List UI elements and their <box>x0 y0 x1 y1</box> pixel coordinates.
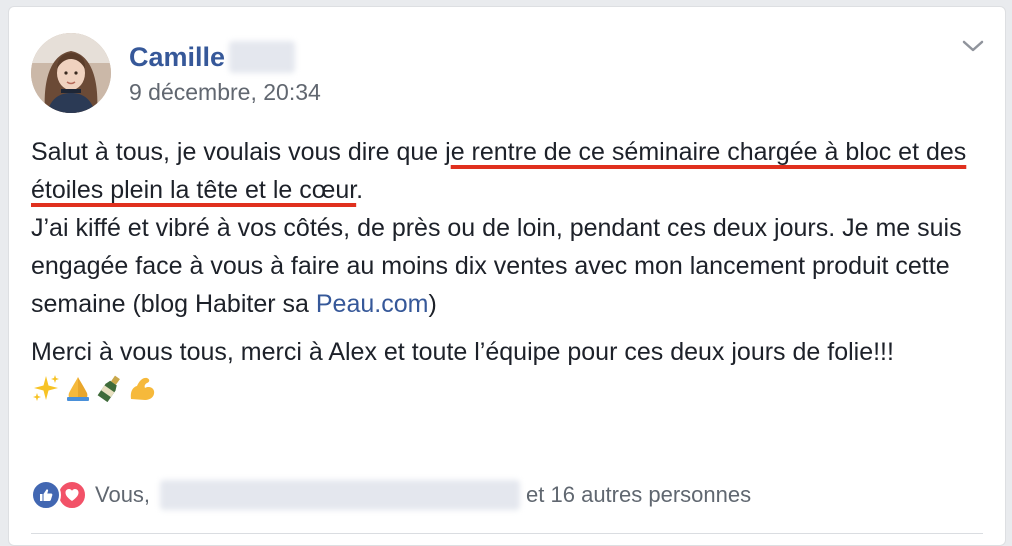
author-avatar[interactable] <box>31 33 111 113</box>
peau-link[interactable]: Peau.com <box>316 290 429 318</box>
like-icon[interactable] <box>31 480 61 510</box>
post-paragraph-2: Merci à vous tous, merci à Alex et toute… <box>31 338 894 366</box>
divider <box>31 533 983 534</box>
post-paragraph-1: Salut à tous, je voulais vous dire que j… <box>31 133 991 323</box>
folded-hands-icon <box>63 373 93 403</box>
post-body-text: J’ai kiffé et vibré à vos côtés, de près… <box>31 214 962 318</box>
post-intro-text: Salut à tous, je voulais vous dire que j <box>31 138 451 166</box>
author-name[interactable]: Camille <box>129 41 296 73</box>
champagne-bottle-icon <box>95 373 125 403</box>
reactions-others-label[interactable]: et 16 autres personnes <box>526 482 751 508</box>
sparkles-icon <box>31 373 61 403</box>
emoji-row <box>31 373 991 403</box>
post-body-close: ) <box>428 290 437 318</box>
flexed-biceps-icon <box>127 373 157 403</box>
redacted-surname <box>229 41 296 73</box>
reactions-bar[interactable]: Vous, et 16 autres personnes <box>31 477 751 513</box>
reactions-you-label[interactable]: Vous, <box>95 482 150 508</box>
post-options-chevron-icon[interactable] <box>961 37 985 55</box>
post-body: Salut à tous, je voulais vous dire que j… <box>31 133 991 403</box>
redacted-reactor-names <box>160 480 521 510</box>
post-intro-end: . <box>356 176 364 204</box>
post-card: Camille 9 décembre, 20:34 Salut à tous, … <box>8 6 1006 546</box>
post-timestamp[interactable]: 9 décembre, 20:34 <box>129 81 321 104</box>
heart-icon[interactable] <box>57 480 87 510</box>
author-name-text[interactable]: Camille <box>129 43 225 71</box>
